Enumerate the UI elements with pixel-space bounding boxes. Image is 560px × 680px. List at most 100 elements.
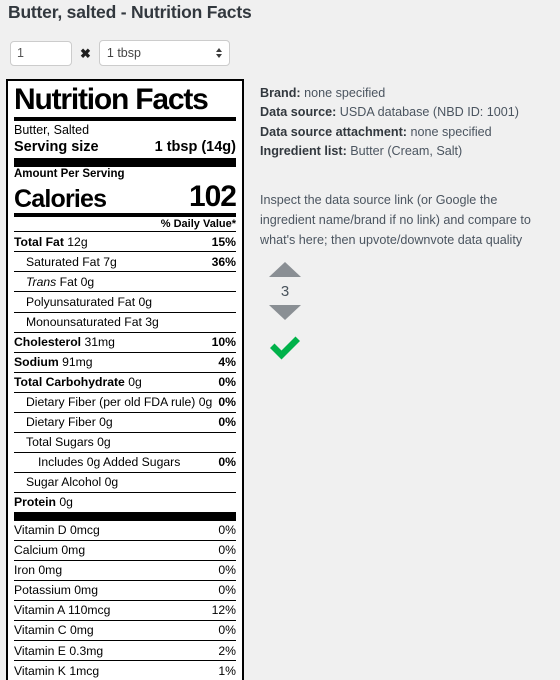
micronutrient-name: Vitamin D 0mcg: [14, 523, 100, 538]
serving-size-row: Serving size 1 tbsp (14g): [14, 139, 236, 158]
nutrient-amount: 0g: [59, 495, 73, 510]
nutrient-amount: 0g: [198, 395, 213, 410]
micronutrient-row: Calcium 0mg 0%: [14, 539, 236, 560]
attachment-label: Data source attachment:: [260, 124, 407, 139]
micronutrient-name: Vitamin K 1mcg: [14, 663, 100, 678]
attachment-value: none specified: [410, 124, 492, 139]
vote-score: 3: [280, 283, 290, 300]
nutrient-name: Dietary Fiber (per old FDA rule) 0g: [26, 395, 213, 410]
serving-unit-select[interactable]: 1 tbsp: [98, 40, 230, 66]
nutrient-row: Protein 0g: [14, 491, 236, 512]
nutrient-daily-value: 0%: [218, 415, 236, 430]
nutrient-name: Protein 0g: [14, 495, 73, 510]
multiply-icon: ✖: [80, 45, 91, 61]
nutrient-name: Total Fat 12g: [14, 234, 88, 249]
calories-label: Calories: [14, 184, 107, 213]
nutrient-row: Cholesterol 31mg 10%: [14, 331, 236, 352]
micronutrient-daily-value: 1%: [218, 663, 236, 678]
micronutrient-daily-value: 0%: [218, 583, 236, 598]
nutrient-row: Total Fat 12g 15%: [14, 231, 236, 251]
nutrient-name: Monounsaturated Fat 3g: [26, 315, 159, 330]
serving-size-label: Serving size: [14, 138, 99, 155]
micronutrient-row: Potassium 0mg 0%: [14, 579, 236, 600]
downvote-arrow-icon[interactable]: [269, 305, 301, 320]
micronutrient-row: Vitamin K 1mcg 1%: [14, 660, 236, 680]
ingredient-row: Ingredient list: Butter (Cream, Salt): [260, 142, 556, 161]
nutrient-name: Sugar Alcohol 0g: [26, 475, 119, 490]
divider-thick: [14, 511, 236, 521]
nutrient-amount: 0g: [97, 435, 111, 450]
nutrient-rows: Total Fat 12g 15% Saturated Fat 7g 36% Trans…: [14, 231, 236, 511]
daily-value-header: % Daily Value*: [160, 218, 236, 231]
attachment-row: Data source attachment: none specified: [260, 123, 556, 142]
nutrient-daily-value: 0%: [218, 375, 236, 390]
instruction-text: Inspect the data source link (or Google …: [260, 193, 531, 247]
nutrient-name: Total Sugars 0g: [26, 435, 111, 450]
micronutrient-daily-value: 12%: [211, 603, 236, 618]
data-source-value: USDA database (NBD ID: 1001): [339, 105, 519, 120]
nutrient-amount: 31mg: [84, 335, 115, 350]
nutrient-name: Includes 0g Added Sugars: [38, 455, 181, 470]
micronutrient-row: Iron 0mg 0%: [14, 559, 236, 580]
micronutrient-name: Vitamin C 0mg: [14, 623, 94, 638]
data-source-row: Data source: USDA database (NBD ID: 1001…: [260, 103, 556, 122]
nutrient-amount: 12g: [67, 234, 88, 249]
vote-widget: 3: [264, 262, 306, 362]
brand-row: Brand: none specified: [260, 84, 556, 103]
nutrient-row: Sugar Alcohol 0g: [14, 471, 236, 492]
micronutrient-daily-value: 0%: [218, 543, 236, 558]
brand-value: none specified: [304, 86, 386, 100]
nutrient-name: Polyunsaturated Fat 0g: [26, 294, 153, 309]
calories-value: 102: [188, 180, 237, 213]
nutrient-amount: 91mg: [62, 355, 93, 370]
checkmark-icon[interactable]: [268, 334, 302, 362]
nutrient-amount: 0g: [104, 475, 119, 490]
data-source-label: Data source:: [260, 105, 337, 120]
brand-label: Brand:: [260, 86, 301, 100]
nutrient-daily-value: 0%: [218, 455, 236, 470]
nutrition-facts-label: Nutrition Facts Butter, Salted Serving s…: [6, 79, 244, 680]
micronutrient-daily-value: 0%: [218, 623, 236, 638]
nutrient-row: Includes 0g Added Sugars 0%: [14, 451, 236, 472]
micronutrient-row: Vitamin C 0mg 0%: [14, 619, 236, 640]
calories-row: Calories 102: [14, 180, 237, 213]
micronutrient-name: Iron 0mg: [14, 563, 63, 578]
nutrient-row: Saturated Fat 7g 36%: [14, 251, 236, 271]
nutrient-amount: 7g: [103, 254, 117, 269]
metadata-panel: Brand: none specified Data source: USDA …: [260, 84, 556, 162]
nutrient-name: Saturated Fat 7g: [26, 254, 117, 269]
micronutrient-row: Vitamin E 0.3mg 2%: [14, 640, 236, 660]
nutrient-row: Total Sugars 0g: [14, 431, 236, 452]
micronutrient-name: Potassium 0mg: [14, 583, 98, 598]
ingredient-label: Ingredient list:: [260, 144, 347, 159]
micronutrient-daily-value: 2%: [218, 643, 236, 658]
nutrient-row: Sodium 91mg 4%: [14, 351, 236, 372]
nutrient-amount: 0g: [138, 294, 153, 309]
nutrient-name: Cholesterol 31mg: [14, 335, 115, 350]
unit-select-wrapper: 1 tbsp: [98, 40, 230, 66]
micronutrient-row: Vitamin D 0mcg 0%: [14, 521, 236, 540]
nutrient-row: Monounsaturated Fat 3g: [14, 311, 236, 332]
quantity-input[interactable]: [10, 40, 72, 66]
micronutrient-name: Vitamin A 110mcg: [14, 603, 111, 618]
micronutrient-daily-value: 0%: [218, 523, 236, 538]
nutrient-daily-value: 10%: [211, 335, 236, 350]
micronutrient-name: Vitamin E 0.3mg: [14, 643, 104, 658]
micronutrient-rows: Vitamin D 0mcg 0% Calcium 0mg 0% Iron 0mg 0% P…: [14, 521, 236, 680]
nutrient-amount: 3g: [145, 315, 159, 330]
nutrient-row: Polyunsaturated Fat 0g: [14, 291, 236, 311]
upvote-arrow-icon[interactable]: [269, 262, 301, 277]
micronutrient-row: Vitamin A 110mcg 12%: [14, 599, 236, 620]
nutrient-daily-value: 15%: [211, 234, 236, 249]
nutrient-name: Total Carbohydrate 0g: [14, 375, 142, 390]
nutrient-row: Trans Fat 0g: [14, 271, 236, 291]
divider-thick: [14, 158, 236, 168]
micronutrient-daily-value: 0%: [218, 563, 236, 578]
label-heading: Nutrition Facts: [14, 83, 209, 116]
nutrient-daily-value: 0%: [218, 395, 236, 410]
label-description: Butter, Salted: [14, 123, 90, 138]
nutrient-daily-value: 4%: [218, 355, 236, 370]
nutrient-name: Dietary Fiber 0g: [26, 415, 113, 430]
nutrient-daily-value: 36%: [211, 254, 236, 269]
micronutrient-name: Calcium 0mg: [14, 543, 86, 558]
